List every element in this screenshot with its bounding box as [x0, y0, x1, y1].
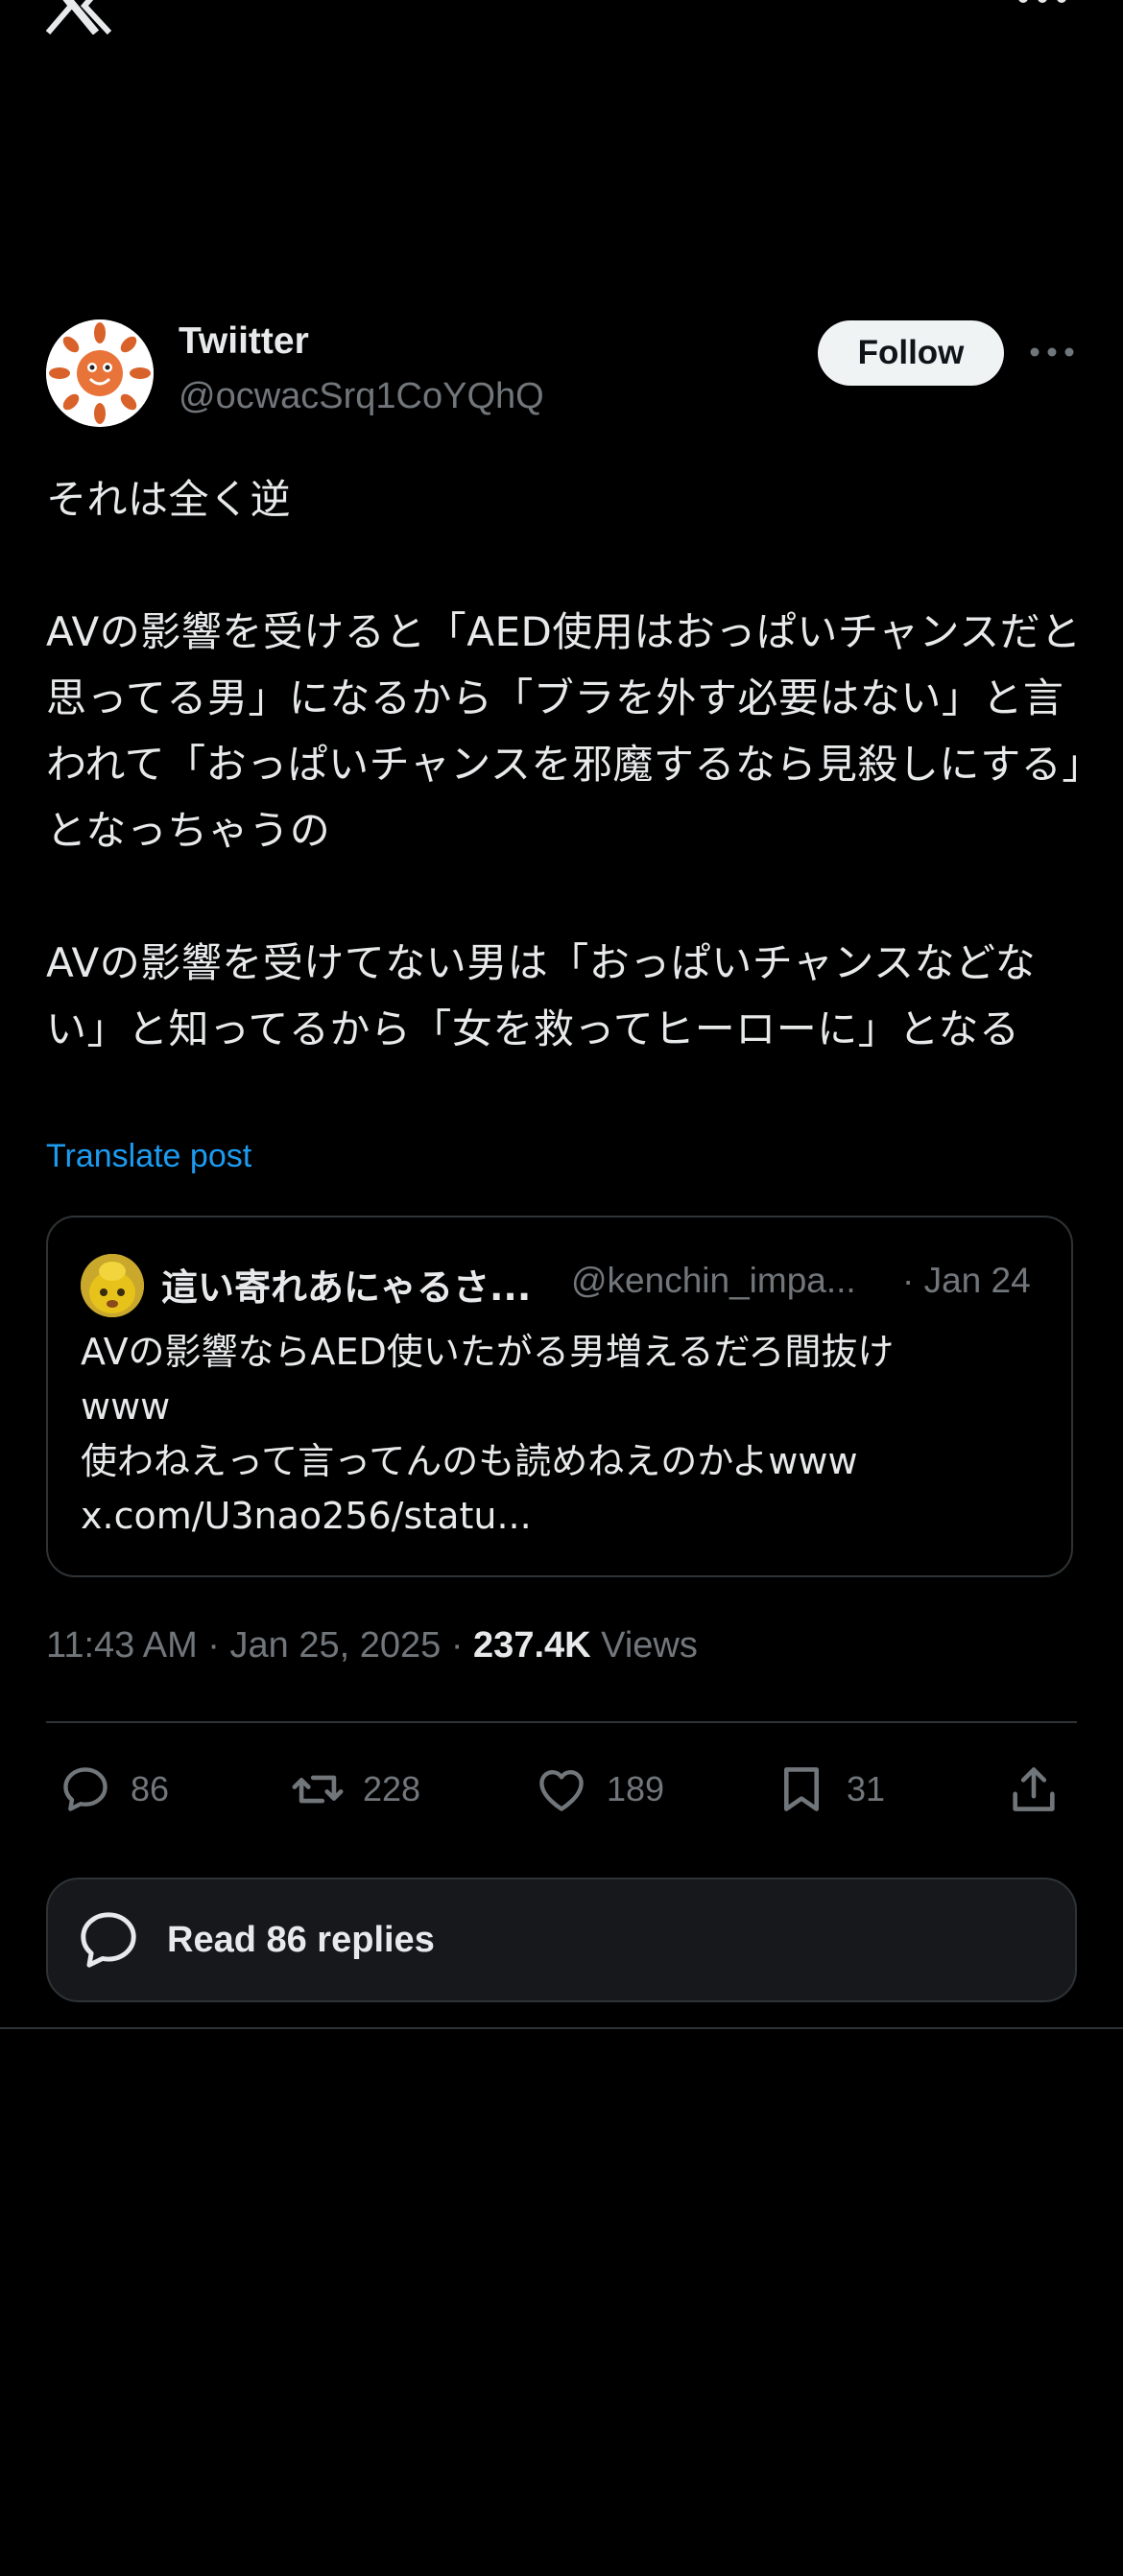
quoted-handle: @kenchin_impa...	[571, 1261, 856, 1300]
bookmark-count: 31	[847, 1769, 886, 1808]
views-label: Views	[601, 1625, 698, 1666]
quoted-avatar	[81, 1254, 144, 1317]
divider	[0, 2027, 1123, 2029]
reply-button[interactable]: 86	[58, 1758, 169, 1821]
read-replies-label: Read 86 replies	[167, 1919, 435, 1960]
translate-post-link[interactable]: Translate post	[46, 1138, 251, 1175]
read-replies-button[interactable]: Read 86 replies	[46, 1878, 1077, 2002]
share-icon	[1013, 1767, 1055, 1811]
quoted-tweet-card[interactable]: 這い寄れあにゃるさ... @kenchin_impa... · Jan 24 A…	[46, 1216, 1073, 1577]
bookmark-icon	[783, 1767, 820, 1811]
author-handle[interactable]: @ocwacSrq1CoYQhQ	[179, 376, 544, 417]
divider	[46, 1721, 1077, 1723]
share-button[interactable]	[1006, 1758, 1079, 1821]
repost-button[interactable]: 228	[290, 1758, 420, 1821]
more-options-icon[interactable]	[1027, 338, 1077, 366]
tweet-meta: 11:43 AM · Jan 25, 2025 · 237.4K Views	[46, 1625, 698, 1666]
reply-icon	[81, 1912, 136, 1968]
author-display-name[interactable]: Twiitter	[179, 320, 309, 363]
more-horizontal-icon[interactable]	[1015, 0, 1069, 13]
x-logo-icon[interactable]	[46, 0, 111, 35]
bookmark-button[interactable]: 31	[774, 1758, 885, 1821]
quoted-text: AVの影響ならAED使いたがる男増えるだろ間抜け www 使わねえって言ってんの…	[81, 1331, 895, 1537]
reply-icon	[63, 1767, 108, 1811]
avatar[interactable]	[46, 319, 154, 427]
quoted-display-name: 這い寄れあにゃるさ...	[161, 1266, 532, 1309]
repost-icon	[292, 1775, 344, 1804]
follow-button[interactable]: Follow	[818, 320, 1004, 386]
like-button[interactable]: 189	[534, 1758, 664, 1821]
tweet-date[interactable]: Jan 25, 2025	[230, 1625, 442, 1666]
views-count: 237.4K	[473, 1625, 591, 1666]
repost-count: 228	[363, 1769, 421, 1808]
heart-icon	[539, 1770, 584, 1811]
like-count: 189	[607, 1769, 665, 1808]
tweet-time[interactable]: 11:43 AM	[46, 1625, 198, 1666]
tweet-text: それは全く逆 AVの影響を受けると「AED使用はおっぱいチャンスだと思ってる男」…	[46, 476, 1083, 1052]
reply-count: 86	[131, 1769, 170, 1808]
quoted-date: · Jan 24	[902, 1261, 1031, 1300]
